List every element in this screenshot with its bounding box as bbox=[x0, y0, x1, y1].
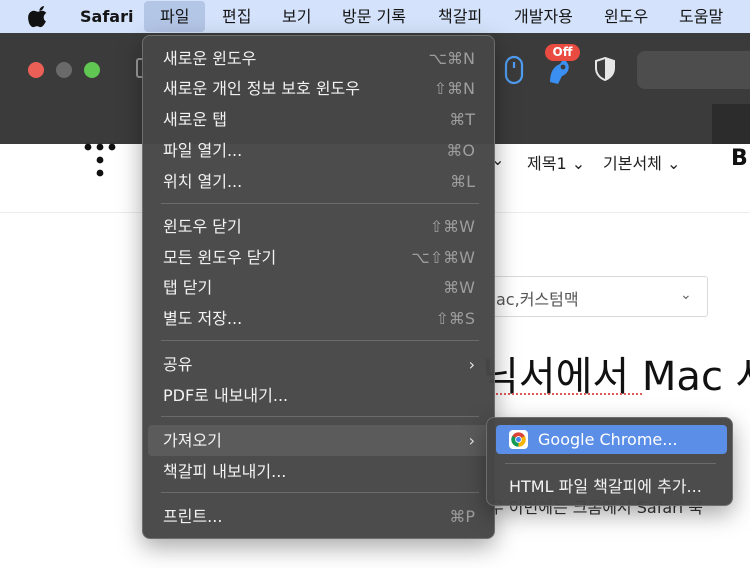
extension-status-badge: Off bbox=[545, 44, 580, 61]
mouse-extension-icon[interactable] bbox=[503, 55, 525, 85]
menu-item-label: 새로운 탭 bbox=[163, 110, 227, 129]
menu-item-open-location[interactable]: 위치 열기... ⌘L bbox=[148, 166, 489, 197]
browser-tab[interactable] bbox=[712, 104, 750, 144]
chevron-down-icon: ⌄ bbox=[680, 287, 692, 303]
menu-item-label: 별도 저장... bbox=[163, 309, 243, 328]
menubar-item-file[interactable]: 파일 bbox=[144, 1, 206, 32]
menu-item-save-as[interactable]: 별도 저장... ⇧⌘S bbox=[148, 303, 489, 334]
submenu-item-google-chrome[interactable]: Google Chrome... bbox=[496, 425, 727, 454]
menu-item-label: PDF로 내보내기... bbox=[163, 386, 289, 405]
menubar-item-edit[interactable]: 편집 bbox=[222, 0, 251, 33]
menu-item-label: 탭 닫기 bbox=[163, 278, 213, 297]
import-submenu: Google Chrome... HTML 파일 책갈피에 추가... bbox=[486, 417, 733, 506]
menu-item-label: 윈도우 닫기 bbox=[163, 217, 242, 236]
menu-item-close-all-windows[interactable]: 모든 윈도우 닫기 ⌥⇧⌘W bbox=[148, 242, 489, 273]
menu-separator bbox=[161, 492, 479, 493]
menu-item-new-private-window[interactable]: 새로운 개인 정보 보호 윈도우 ⇧⌘N bbox=[148, 73, 489, 104]
menu-item-shortcut: ⌥⌘N bbox=[428, 49, 475, 68]
menu-item-label: 모든 윈도우 닫기 bbox=[163, 248, 277, 267]
menu-item-new-tab[interactable]: 새로운 탭 ⌘T bbox=[148, 104, 489, 135]
site-logo-icon bbox=[84, 143, 116, 177]
menubar-item-window[interactable]: 윈도우 bbox=[604, 0, 648, 33]
menubar-item-develop[interactable]: 개발자용 bbox=[514, 0, 573, 33]
menu-item-label: 새로운 개인 정보 보호 윈도우 bbox=[163, 79, 360, 98]
submenu-item-html-bookmarks[interactable]: HTML 파일 책갈피에 추가... bbox=[496, 472, 727, 501]
menu-item-shortcut: ⌘O bbox=[446, 141, 475, 160]
menu-item-close-window[interactable]: 윈도우 닫기 ⇧⌘W bbox=[148, 211, 489, 242]
font-format-select[interactable]: 기본서체 ⌄ bbox=[603, 150, 680, 174]
menu-item-shortcut: ⇧⌘W bbox=[429, 217, 475, 236]
menu-item-shortcut: ⌘W bbox=[443, 278, 475, 297]
menu-item-share[interactable]: 공유 › bbox=[148, 349, 489, 380]
menu-separator bbox=[161, 416, 479, 417]
chevron-right-icon: › bbox=[468, 431, 475, 450]
menu-item-label: 가져오기 bbox=[163, 431, 222, 450]
address-bar[interactable] bbox=[637, 51, 750, 89]
apple-icon[interactable] bbox=[28, 6, 50, 28]
menu-item-shortcut: ⌘L bbox=[450, 172, 475, 191]
menu-separator bbox=[161, 340, 479, 341]
zoom-window-button[interactable] bbox=[84, 62, 100, 78]
shield-icon[interactable] bbox=[594, 56, 616, 82]
menu-item-shortcut: ⇧⌘S bbox=[435, 309, 475, 328]
menubar-item-help[interactable]: 도움말 bbox=[679, 0, 723, 33]
submenu-item-label: HTML 파일 책갈피에 추가... bbox=[509, 477, 702, 496]
menu-item-export-bookmarks[interactable]: 책갈피 내보내기... bbox=[148, 456, 489, 487]
menu-item-shortcut: ⌥⇧⌘W bbox=[411, 248, 475, 267]
menu-item-shortcut: ⌘T bbox=[449, 110, 475, 129]
menu-item-open-file[interactable]: 파일 열기... ⌘O bbox=[148, 135, 489, 166]
minimize-window-button[interactable] bbox=[56, 62, 72, 78]
menubar-item-history[interactable]: 방문 기록 bbox=[342, 0, 406, 33]
file-menu: 새로운 윈도우 ⌥⌘N 새로운 개인 정보 보호 윈도우 ⇧⌘N 새로운 탭 ⌘… bbox=[142, 35, 495, 539]
menu-separator bbox=[161, 203, 479, 204]
chevron-right-icon: › bbox=[468, 355, 475, 374]
bold-button[interactable]: B bbox=[731, 146, 748, 171]
menu-item-import[interactable]: 가져오기 › bbox=[148, 425, 489, 456]
menu-separator bbox=[505, 463, 716, 464]
menu-item-new-window[interactable]: 새로운 윈도우 ⌥⌘N bbox=[148, 43, 489, 74]
menubar-app-name[interactable]: Safari bbox=[80, 0, 133, 33]
chrome-icon bbox=[509, 430, 528, 449]
category-select-value: ac,커스텀맥 bbox=[496, 290, 579, 309]
menubar-item-bookmarks[interactable]: 책갈피 bbox=[438, 0, 482, 33]
menu-item-print[interactable]: 프린트... ⌘P bbox=[148, 501, 489, 532]
submenu-item-label: Google Chrome... bbox=[538, 430, 678, 449]
menubar-item-view[interactable]: 보기 bbox=[282, 0, 311, 33]
spellcheck-underline bbox=[492, 392, 642, 395]
close-window-button[interactable] bbox=[28, 62, 44, 78]
heading-format-select[interactable]: 제목1 ⌄ bbox=[527, 150, 585, 174]
menu-item-label: 프린트... bbox=[163, 507, 223, 526]
menu-item-export-pdf[interactable]: PDF로 내보내기... bbox=[148, 380, 489, 411]
menu-item-label: 책갈피 내보내기... bbox=[163, 462, 287, 481]
menu-item-label: 위치 열기... bbox=[163, 172, 243, 191]
menu-item-shortcut: ⌘P bbox=[449, 507, 475, 526]
menu-item-shortcut: ⇧⌘N bbox=[433, 79, 475, 98]
menu-item-label: 공유 bbox=[163, 355, 193, 374]
menu-item-close-tab[interactable]: 탭 닫기 ⌘W bbox=[148, 272, 489, 303]
menu-bar: Safari 파일 편집 보기 방문 기록 책갈피 개발자용 윈도우 도움말 bbox=[0, 0, 750, 33]
menu-item-label: 파일 열기... bbox=[163, 141, 243, 160]
menu-item-label: 새로운 윈도우 bbox=[163, 49, 257, 68]
